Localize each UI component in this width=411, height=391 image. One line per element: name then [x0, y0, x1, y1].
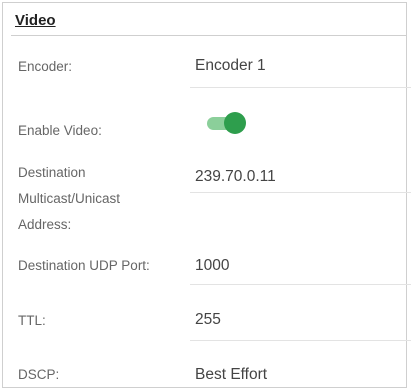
destination-udp-port-input[interactable]: 1000 [195, 255, 229, 277]
ttl-input[interactable]: 255 [195, 309, 221, 331]
dscp-select[interactable]: Best Effort [195, 364, 267, 386]
toggle-knob [224, 112, 246, 134]
destination-address-input[interactable]: 239.70.0.11 [195, 166, 276, 188]
encoder-select[interactable]: Encoder 1 [195, 55, 266, 77]
encoder-label: Encoder: [18, 59, 73, 74]
enable-video-label: Enable Video: [18, 123, 102, 138]
section-title: Video [15, 12, 56, 29]
destination-udp-port-underline [190, 284, 411, 285]
destination-address-label-line1: Destination [18, 165, 86, 180]
destination-address-label-line3: Address: [18, 217, 72, 232]
section-divider [11, 35, 406, 36]
enable-video-toggle[interactable] [207, 112, 247, 134]
destination-address-underline [190, 192, 411, 193]
dscp-label: DSCP: [18, 367, 60, 382]
encoder-underline [190, 87, 411, 88]
ttl-label: TTL: [18, 313, 46, 328]
destination-address-label-line2: Multicast/Unicast [18, 191, 121, 206]
ttl-underline [190, 340, 411, 341]
destination-udp-port-label: Destination UDP Port: [18, 258, 150, 273]
